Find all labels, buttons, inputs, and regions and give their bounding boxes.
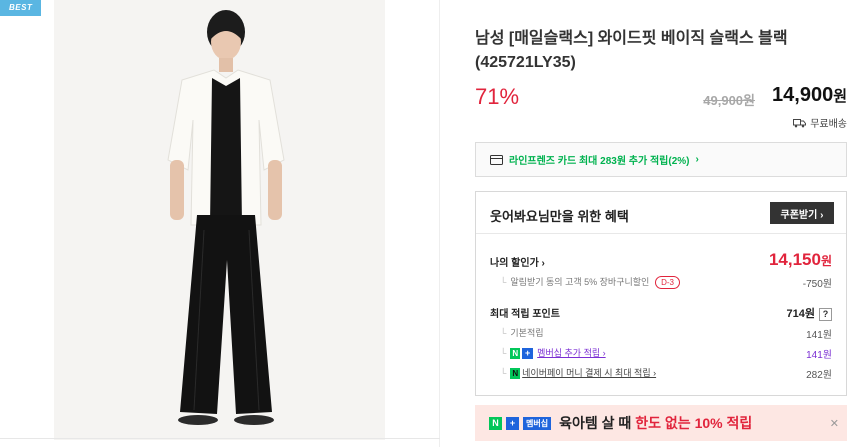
basic-points-label: 기본적립: [510, 328, 544, 338]
benefit-title: 웃어봐요님만을 위한 혜택: [490, 209, 629, 224]
naver-n-icon: N: [510, 348, 521, 359]
alert-discount-amount: -750원: [802, 279, 832, 290]
model-illustration: [54, 0, 385, 440]
close-icon[interactable]: ✕: [830, 417, 839, 430]
banner-text: 육아템 살 때: [559, 415, 632, 431]
product-title: 남성 [매일슬랙스] 와이드핏 베이직 슬랙스 블랙 (425721LY35): [475, 30, 788, 71]
product-photo: [54, 0, 385, 440]
sale-price: 14,900원: [772, 84, 847, 107]
alert-discount-row: └ 알림받기 동의 고객 5% 장바구니할인 D-3 -750원: [490, 275, 832, 290]
sale-price-value: 14,900: [772, 84, 834, 106]
naver-pay-icon: N: [510, 368, 521, 379]
coupon-button[interactable]: 쿠폰받기 ›: [770, 202, 834, 224]
truck-icon: [793, 118, 807, 127]
my-discount-price-unit: 원: [820, 254, 832, 268]
npay-link[interactable]: 네이버페이 머니 결제 시 최대 적립 ›: [522, 368, 656, 378]
membership-points-row: └ N + 멤버십 추가 적립 › 141원: [490, 346, 832, 361]
product-image-area: BEST: [0, 0, 440, 447]
alert-discount-text: └ 알림받기 동의 고객 5% 장바구니할인: [500, 277, 650, 287]
membership-tag: 멤버십: [523, 416, 552, 430]
points-value-wrap: 714원?: [787, 305, 832, 321]
naver-plus-icon: N: [489, 416, 502, 430]
my-discount-price-value: 14,150: [768, 250, 821, 269]
banner-highlight: 한도 없는 10% 적립: [635, 415, 753, 431]
card-promo-banner[interactable]: 라인프렌즈 카드 최대 283원 추가 적립(2%) ›: [475, 142, 847, 177]
membership-link[interactable]: 멤버십 추가 적립 ›: [537, 348, 605, 358]
alert-discount-label: 알림받기 동의 고객 5% 장바구니할인: [510, 277, 650, 287]
my-discount-link[interactable]: 나의 할인가 ›: [490, 258, 545, 269]
membership-points-value: 141원: [806, 350, 832, 361]
help-icon[interactable]: ?: [819, 308, 832, 321]
benefit-box: 웃어봐요님만을 위한 혜택 쿠폰받기 › 나의 할인가 › 14,150원 └ 알…: [475, 191, 847, 396]
card-promo-text: 라인프렌즈 카드 최대 283원 추가 적립(2%): [509, 156, 690, 167]
benefit-header: 웃어봐요님만을 위한 혜택 쿠폰받기 ›: [476, 192, 846, 234]
shipping-info: 무료배송: [793, 115, 847, 130]
plus-icon: +: [506, 416, 519, 430]
npay-points-value: 282원: [806, 370, 832, 381]
basic-points-value: 141원: [806, 330, 832, 341]
npay-points-row: └ N 네이버페이 머니 결제 시 최대 적립 › 282원: [490, 366, 832, 381]
chevron-right-icon: ›: [695, 154, 699, 165]
points-value: 714원: [786, 308, 815, 320]
membership-points-text: └ N + 멤버십 추가 적립 ›: [500, 347, 606, 359]
my-discount-price: 14,150원: [769, 250, 832, 270]
best-badge: BEST: [0, 0, 41, 16]
d-day-badge: D-3: [655, 276, 680, 289]
membership-banner[interactable]: N + 멤버십 육아템 살 때 한도 없는 10% 적립 ✕: [475, 405, 847, 441]
shipping-label: 무료배송: [810, 119, 847, 130]
basic-points-row: └ 기본적립 141원: [490, 326, 832, 341]
sale-price-unit: 원: [833, 88, 847, 105]
points-row: 최대 적립 포인트 714원?: [490, 305, 832, 321]
discount-rate: 71%: [475, 84, 520, 109]
points-label: 최대 적립 포인트: [490, 309, 560, 320]
npay-points-text: └ N 네이버페이 머니 결제 시 최대 적립 ›: [500, 368, 657, 379]
my-discount-row: 나의 할인가 › 14,150원: [490, 250, 832, 269]
credit-card-icon: [490, 154, 503, 165]
divider: [0, 438, 440, 439]
original-price: 49,900원: [703, 93, 755, 108]
basic-points-text: └ 기본적립: [500, 328, 544, 338]
plus-icon: +: [522, 347, 534, 359]
product-info: 남성 [매일슬랙스] 와이드핏 베이직 슬랙스 블랙 (425721LY35) …: [475, 0, 847, 447]
